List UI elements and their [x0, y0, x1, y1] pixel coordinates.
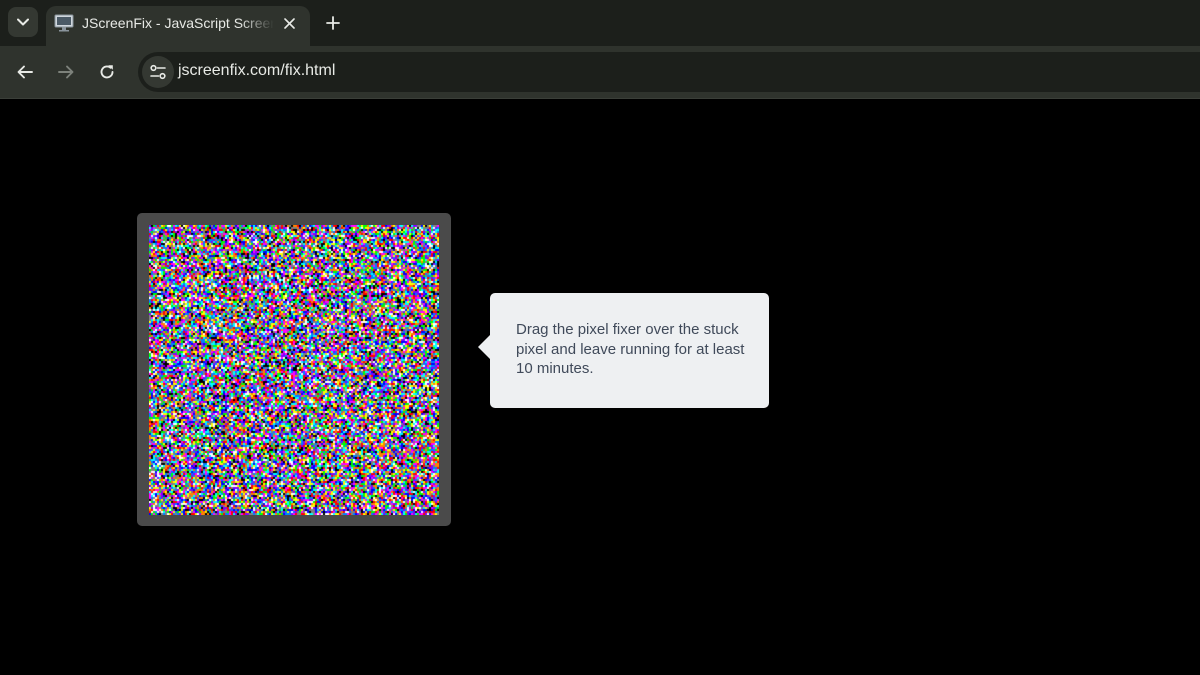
address-bar[interactable]: jscreenfix.com/fix.html [138, 52, 1200, 92]
close-icon [284, 18, 295, 29]
toolbar-divider [0, 98, 1200, 99]
reload-button[interactable] [95, 60, 119, 84]
chevron-down-icon [17, 18, 29, 26]
tab-title: JScreenFix - JavaScript Screen Pixel Fix… [82, 15, 274, 31]
reload-icon [98, 63, 116, 81]
tab-search-button[interactable] [8, 7, 38, 37]
arrow-left-icon [16, 63, 34, 81]
pixel-fixer-window[interactable] [137, 213, 451, 526]
monitor-icon [54, 13, 74, 33]
close-tab-button[interactable] [280, 14, 298, 32]
tune-icon [149, 64, 167, 80]
tab-strip: JScreenFix - JavaScript Screen Pixel Fix… [0, 0, 1200, 46]
pixel-fixer-noise[interactable] [149, 225, 439, 515]
url-text: jscreenfix.com/fix.html [178, 62, 335, 80]
forward-button[interactable] [54, 60, 78, 84]
site-info-button[interactable] [142, 56, 174, 88]
instruction-text: Drag the pixel fixer over the stuck pixe… [516, 320, 752, 379]
back-button[interactable] [13, 60, 37, 84]
instruction-tooltip: Drag the pixel fixer over the stuck pixe… [490, 293, 769, 408]
arrow-right-icon [57, 63, 75, 81]
active-tab[interactable]: JScreenFix - JavaScript Screen Pixel Fix… [46, 6, 310, 46]
new-tab-button[interactable] [322, 12, 344, 34]
plus-icon [326, 16, 340, 30]
browser-toolbar: jscreenfix.com/fix.html [0, 46, 1200, 98]
tooltip-arrow [478, 335, 490, 359]
